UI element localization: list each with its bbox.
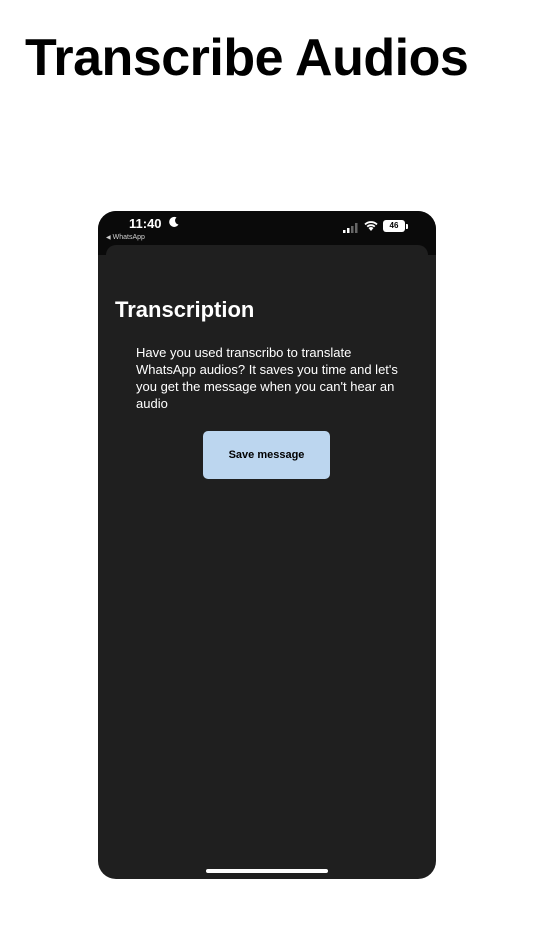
save-message-button[interactable]: Save message: [203, 431, 330, 479]
page-title: Transcribe Audios: [25, 29, 469, 87]
status-time: 11:40: [129, 216, 162, 231]
back-to-app-link[interactable]: ◀ WhatsApp: [106, 234, 145, 242]
sheet-top-edge: [106, 245, 428, 259]
moon-icon: [169, 216, 179, 227]
page: Transcribe Audios 11:40 ◀ WhatsApp 46 Tr…: [0, 0, 534, 950]
battery-icon: 46: [383, 220, 405, 232]
signal-icon: [343, 223, 358, 233]
wifi-icon: [364, 221, 378, 231]
battery-cap: [406, 224, 408, 229]
back-arrow-icon: ◀: [106, 235, 111, 241]
description-text: Have you used transcribo to translate Wh…: [136, 345, 398, 411]
back-app-label: WhatsApp: [112, 234, 145, 241]
phone-screenshot: 11:40 ◀ WhatsApp 46 Transcription Have y…: [98, 211, 436, 879]
screen-title: Transcription: [115, 297, 255, 322]
home-indicator[interactable]: [206, 869, 328, 873]
